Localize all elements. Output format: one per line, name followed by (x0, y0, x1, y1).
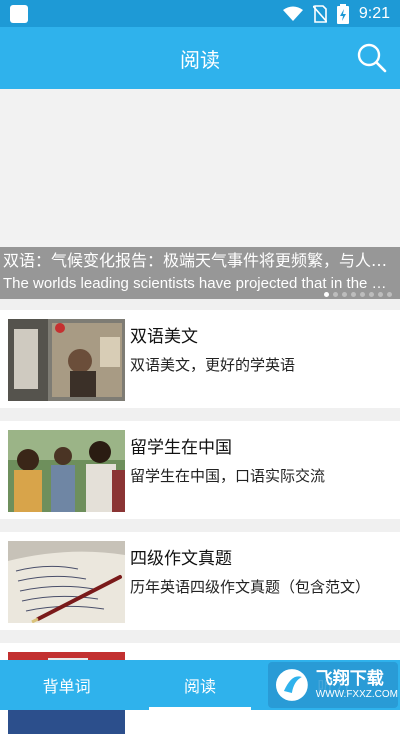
watermark-icon (275, 669, 308, 701)
carousel-dot[interactable] (333, 292, 338, 297)
banner-caption: 双语：气候变化报告：极端天气事件将更频繁，与人类… The worlds lea… (0, 247, 400, 299)
watermark-logo: 飞翔下载 WWW.FXXZ.COM (268, 662, 398, 708)
banner-carousel[interactable]: 双语：气候变化报告：极端天气事件将更频繁，与人类… The worlds lea… (0, 89, 400, 299)
article-desc: 留学生在中国，口语实际交流 (130, 467, 326, 485)
notification-icon (10, 5, 28, 23)
list-item[interactable]: 双语美文 双语美文，更好的学英语 (0, 310, 400, 408)
carousel-dot[interactable] (369, 292, 374, 297)
carousel-dot[interactable] (351, 292, 356, 297)
status-icons: 9:21 (282, 3, 390, 25)
article-desc: 双语美文，更好的学英语 (130, 356, 296, 374)
article-thumbnail (8, 541, 125, 623)
article-thumbnail (8, 319, 125, 401)
watermark-text: 飞翔下载 (315, 669, 384, 690)
article-title: 双语美文 (130, 327, 198, 347)
tab-reading[interactable]: 阅读 (133, 660, 266, 710)
battery-charging-icon (336, 4, 349, 24)
search-button[interactable] (356, 42, 388, 74)
status-time: 9:21 (358, 5, 390, 22)
status-bar: 9:21 (0, 0, 400, 27)
article-desc: 历年英语四级作文真题（包含范文） (130, 578, 371, 596)
carousel-dot[interactable] (387, 292, 392, 297)
carousel-dot[interactable] (324, 292, 329, 297)
article-title: 四级作文真题 (130, 549, 232, 569)
article-title: 留学生在中国 (130, 438, 232, 458)
page-title: 阅读 (180, 47, 220, 72)
list-item[interactable]: 四级作文真题 历年英语四级作文真题（包含范文） (0, 532, 400, 630)
tab-label: 背单词 (42, 677, 91, 696)
article-thumbnail (8, 430, 125, 512)
carousel-dots (324, 292, 392, 297)
banner-caption-cn: 双语：气候变化报告：极端天气事件将更频繁，与人类… (3, 251, 397, 270)
wifi-icon (282, 6, 303, 21)
no-sim-icon (312, 5, 327, 23)
tab-vocabulary[interactable]: 背单词 (0, 660, 133, 710)
watermark-url: WWW.FXXZ.COM (315, 688, 398, 700)
list-item[interactable]: 留学生在中国 留学生在中国，口语实际交流 (0, 421, 400, 519)
tab-label: 阅读 (183, 677, 216, 696)
app-bar: 阅读 (0, 27, 400, 89)
carousel-dot[interactable] (360, 292, 365, 297)
carousel-dot[interactable] (342, 292, 347, 297)
search-icon (357, 43, 387, 73)
carousel-dot[interactable] (378, 292, 383, 297)
